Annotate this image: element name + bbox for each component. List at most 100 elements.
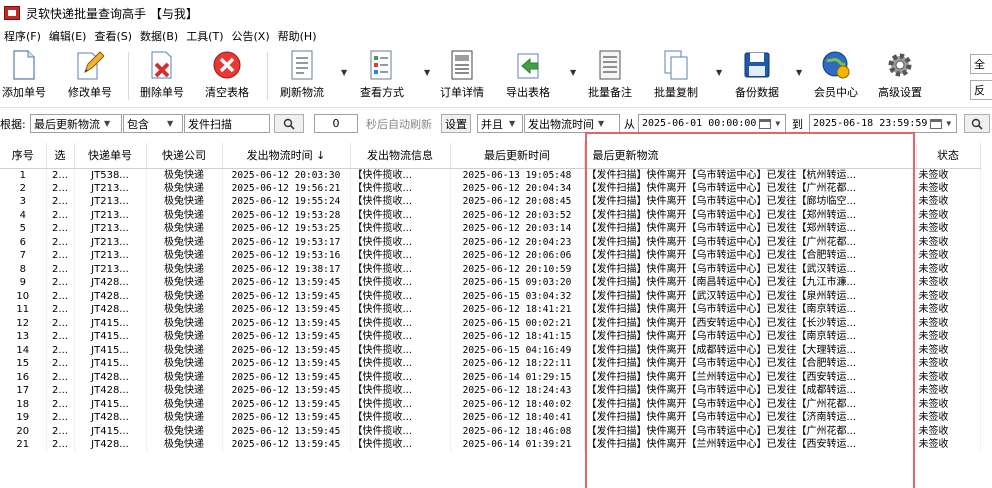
col-header-index[interactable]: 序号 [0,143,47,169]
table-row[interactable]: 7 2... JT213... 极兔快递 2025-06-12 19:53:16 【快件揽… [0,249,981,263]
cell-select: 2... [46,424,75,438]
copy-dropdown-icon[interactable]: ▼ [716,68,722,77]
time-field-select[interactable]: 发出物流时间 ▼ [524,114,620,133]
table-row[interactable]: 16 2... JT428... 极兔快递 2025-06-12 13:59:45 【快件… [0,370,981,384]
menu-data[interactable]: 数据(B) [136,28,182,44]
col-header-tracking-number[interactable]: 快递单号 [74,143,147,169]
cell-select: 2... [46,249,75,263]
auto-refresh-seconds-input[interactable]: 0 [314,114,358,133]
cell-last-logistics: 【发件扫描】快件离开【乌市转运中心】已发往【武汉转运... [584,262,917,276]
table-row[interactable]: 11 2... JT428... 极兔快递 2025-06-12 13:59:45 【快件… [0,303,981,317]
table-row[interactable]: 18 2... JT415... 极兔快递 2025-06-12 13:59:45 【快件… [0,397,981,411]
table-row[interactable]: 19 2... JT428... 极兔快递 2025-06-12 13:59:45 【快件… [0,411,981,425]
clear-circle-icon [212,48,242,82]
table-row[interactable]: 20 2... JT415... 极兔快递 2025-06-12 13:59:45 【快件… [0,424,981,438]
table-row[interactable]: 12 2... JT415... 极兔快递 2025-06-12 13:59:45 【快件… [0,316,981,330]
select-all-button[interactable]: 全 [970,54,992,74]
filter-value-input[interactable]: 发件扫描 [184,114,270,133]
date-search-button[interactable] [964,114,990,133]
col-header-select[interactable]: 选 [46,143,75,169]
to-date-picker[interactable]: 2025-06-18 23:59:59 ▼ [809,114,957,133]
table-row[interactable]: 5 2... JT213... 极兔快递 2025-06-12 19:53:25 【快件揽… [0,222,981,236]
batch-note-button[interactable]: 批量备注 [588,48,632,100]
table-row[interactable]: 15 2... JT415... 极兔快递 2025-06-12 13:59:45 【快件… [0,357,981,371]
cell-send-info: 【快件揽收... [350,330,451,344]
backup-data-button[interactable]: 备份数据 [735,48,779,100]
gear-icon [885,48,915,82]
order-detail-button[interactable]: 订单详情 [440,48,484,100]
advanced-settings-button[interactable]: 高级设置 [878,48,922,100]
cell-send-info: 【快件揽收... [350,370,451,384]
clear-table-button[interactable]: 清空表格 [205,48,249,100]
cell-update-time: 2025-06-12 20:08:45 [450,195,585,209]
edit-number-button[interactable]: 修改单号 [68,48,112,100]
cell-send-info: 【快件揽收... [350,289,451,303]
menu-edit[interactable]: 编辑(E) [45,28,91,44]
filter-field-select[interactable]: 最后更新物流 ▼ [30,114,122,133]
cell-update-time: 2025-06-12 18:22:11 [450,357,585,371]
cell-status: 未签收 [916,384,981,398]
cell-index: 11 [0,303,47,317]
cell-status: 未签收 [916,424,981,438]
col-header-update-time[interactable]: 最后更新时间 [450,143,585,169]
cell-index: 9 [0,276,47,290]
table-row[interactable]: 4 2... JT213... 极兔快递 2025-06-12 19:53:28 【快件揽… [0,208,981,222]
menu-program[interactable]: 程序(F) [0,28,45,44]
batch-copy-button[interactable]: 批量复制 [654,48,698,100]
cell-send-time: 2025-06-12 19:38:17 [222,262,351,276]
chevron-down-icon: ▼ [946,119,952,128]
export-dropdown-icon[interactable]: ▼ [570,68,576,77]
table-row[interactable]: 9 2... JT428... 极兔快递 2025-06-12 13:59:45 【快件揽… [0,276,981,290]
refresh-dropdown-icon[interactable]: ▼ [341,68,347,77]
table-row[interactable]: 1 2... JT538... 极兔快递 2025-06-12 20:03:30 【快件揽… [0,168,981,182]
menu-tools[interactable]: 工具(T) [182,28,227,44]
table-row[interactable]: 14 2... JT415... 极兔快递 2025-06-12 13:59:45 【快件… [0,343,981,357]
view-dropdown-icon[interactable]: ▼ [424,68,430,77]
table-row[interactable]: 17 2... JT428... 极兔快递 2025-06-12 13:59:45 【快件… [0,384,981,398]
cell-status: 未签收 [916,276,981,290]
cell-index: 17 [0,384,47,398]
results-grid[interactable]: 序号 选 快递单号 快递公司 发出物流时间 ↓ 发出物流信息 最后更新时间 最后… [0,143,992,488]
table-row[interactable]: 8 2... JT213... 极兔快递 2025-06-12 19:38:17 【快件揽… [0,262,981,276]
table-row[interactable]: 6 2... JT213... 极兔快递 2025-06-12 19:53:17 【快件揽… [0,235,981,249]
cell-tracking-number: JT428... [74,289,147,303]
logic-select[interactable]: 并且 ▼ [477,114,523,133]
cell-last-logistics: 【发件扫描】快件离开【乌市转运中心】已发往【郑州转运... [584,208,917,222]
refresh-logistics-button[interactable]: 刷新物流 [280,48,324,100]
cell-send-time: 2025-06-12 13:59:45 [222,424,351,438]
table-row[interactable]: 2 2... JT213... 极兔快递 2025-06-12 19:56:21 【快件揽… [0,181,981,195]
table-row[interactable]: 21 2... JT428... 极兔快递 2025-06-12 13:59:45 【快件… [0,438,981,452]
filter-operator-select[interactable]: 包含 ▼ [123,114,183,133]
col-header-courier[interactable]: 快递公司 [146,143,223,169]
set-button[interactable]: 设置 [441,114,471,133]
view-mode-button[interactable]: 查看方式 [360,48,404,100]
export-arrow-icon [513,48,543,82]
add-number-button[interactable]: 添加单号 [2,48,46,100]
cell-send-info: 【快件揽收... [350,181,451,195]
invert-select-button[interactable]: 反 [970,80,992,100]
toolbar: 添加单号 修改单号 删除单号 清空表格 刷新物流 ▼ 查看方式 ▼ 订单详情 导… [0,46,992,108]
cell-courier: 极兔快递 [146,222,223,236]
cell-send-time: 2025-06-12 19:53:25 [222,222,351,236]
table-row[interactable]: 10 2... JT428... 极兔快递 2025-06-12 13:59:45 【快件… [0,289,981,303]
col-header-status[interactable]: 状态 [916,143,981,169]
menu-help[interactable]: 帮助(H) [274,28,321,44]
export-table-button[interactable]: 导出表格 [506,48,550,100]
cell-last-logistics: 【发件扫描】快件离开【乌市转运中心】已发往【郑州转运... [584,222,917,236]
cell-last-logistics: 【发件扫描】快件离开【乌市转运中心】已发往【成都转运... [584,384,917,398]
member-center-button[interactable]: 会员中心 [814,48,858,100]
cell-send-info: 【快件揽收... [350,316,451,330]
menu-notice[interactable]: 公告(X) [228,28,274,44]
table-row[interactable]: 3 2... JT213... 极兔快递 2025-06-12 19:55:24 【快件揽… [0,195,981,209]
from-date-picker[interactable]: 2025-06-01 00:00:00 ▼ [638,114,786,133]
backup-dropdown-icon[interactable]: ▼ [796,68,802,77]
table-row[interactable]: 13 2... JT415... 极兔快递 2025-06-12 13:59:45 【快件… [0,330,981,344]
col-header-send-info[interactable]: 发出物流信息 [350,143,451,169]
menu-view[interactable]: 查看(S) [90,28,136,44]
delete-number-button[interactable]: 删除单号 [140,48,184,100]
cell-send-info: 【快件揽收... [350,262,451,276]
search-button[interactable] [274,114,304,133]
col-header-send-time[interactable]: 发出物流时间 ↓ [222,143,351,169]
cell-update-time: 2025-06-12 20:04:23 [450,235,585,249]
col-header-last-logistics[interactable]: 最后更新物流 [584,143,917,169]
